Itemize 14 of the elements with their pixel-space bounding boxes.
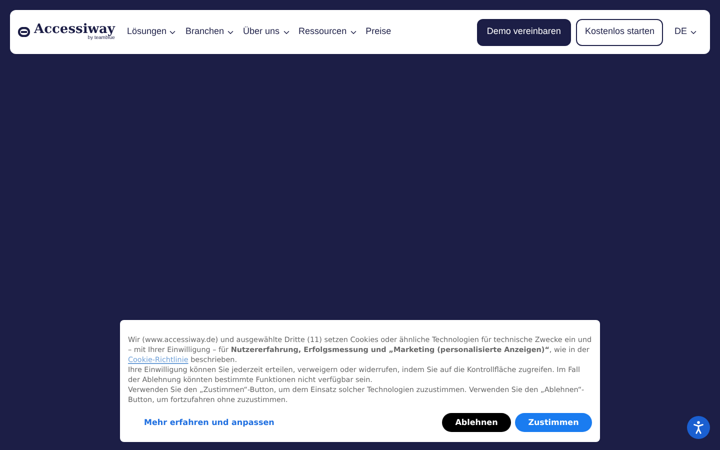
- nav-menu-item[interactable]: Über uns: [243, 25, 291, 39]
- language-selector[interactable]: DE: [674, 25, 698, 39]
- nav-menu-item[interactable]: Branchen: [185, 25, 236, 39]
- logo-text: Accessiway: [34, 23, 115, 36]
- demo-button[interactable]: Demo vereinbaren: [476, 18, 571, 46]
- learn-more-button[interactable]: Mehr erfahren und anpassen: [144, 416, 274, 428]
- logo-icon: [18, 27, 30, 37]
- nav-menu-item[interactable]: Ressourcen: [298, 25, 358, 39]
- accept-button[interactable]: Zustimmen: [515, 413, 592, 432]
- accessibility-button[interactable]: [687, 416, 710, 439]
- nav-menu-item[interactable]: Lösungen: [126, 25, 178, 39]
- start-free-button[interactable]: Kostenlos starten: [576, 18, 664, 46]
- reject-button[interactable]: Ablehnen: [442, 413, 511, 432]
- nav-menu-item[interactable]: Preise: [366, 25, 392, 39]
